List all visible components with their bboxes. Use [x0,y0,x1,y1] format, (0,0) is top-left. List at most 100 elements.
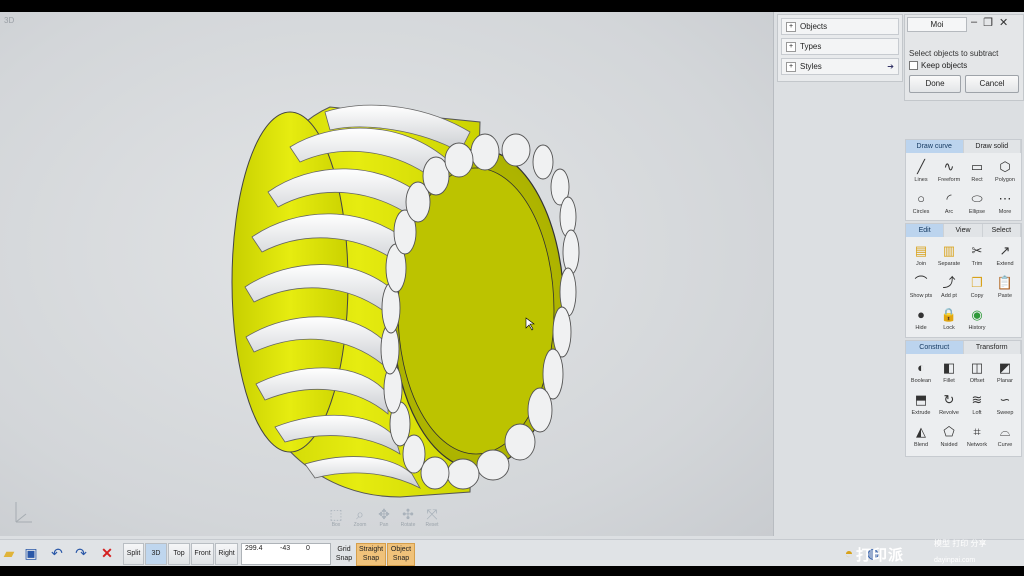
tool-rect[interactable]: ▭ Rect [963,155,991,187]
tool-ellipse[interactable]: ⬭ Ellipse [963,187,991,219]
view-right-button[interactable]: Right [215,543,238,565]
restore-icon[interactable]: ❐ [983,16,993,29]
viewport-3d[interactable]: 3D ⬚ Box ⌕ Zoom ✥ Pan ✣ Rotate ⤧ Reset [0,12,774,536]
browser-objects[interactable]: + Objects [781,18,899,35]
tool-fillet[interactable]: ◧ Fillet [935,356,963,388]
cancel-button[interactable]: Cancel [965,75,1019,93]
close-icon[interactable]: ✕ [999,16,1008,29]
join-icon: ▤ [914,243,928,258]
circle-icon: ○ [917,191,925,206]
tool-polygon[interactable]: ⬡ Polygon [991,155,1019,187]
tool-show-pts[interactable]: ⌒ Show pts [907,271,935,303]
watermark-logo: 打印派 [856,547,905,564]
axis-indicator [15,502,32,523]
tool-curve[interactable]: ⌓ Curve [991,420,1019,452]
nav-zoom[interactable]: ⌕ Zoom [350,506,370,532]
undo-icon[interactable]: ↶ [48,543,66,563]
object-snap-toggle[interactable]: Object Snap [387,543,415,566]
moi-menu-button[interactable]: Moi [907,17,967,32]
bottom-letterbox [0,566,1024,576]
revolve-icon: ↻ [943,392,955,407]
extrude-icon: ⬒ [914,392,928,407]
tool-lock[interactable]: 🔒 Lock [935,303,963,335]
tab-transform[interactable]: Transform [963,341,1021,354]
tool-paste[interactable]: 📋 Paste [991,271,1019,303]
tool-loft[interactable]: ≋ Loft [963,388,991,420]
minimize-icon[interactable]: – [971,16,977,29]
tool-arc[interactable]: ◜ Arc [935,187,963,219]
lock-icon: 🔒 [940,307,958,322]
view-3d-button[interactable]: 3D [145,543,167,565]
tool-hide[interactable]: ● Hide [907,303,935,335]
command-panel: Moi – ❐ ✕ Select objects to subtract Kee… [904,14,1024,101]
view-split-button[interactable]: Split [123,543,144,565]
view-front-button[interactable]: Front [191,543,214,565]
tab-draw-curve[interactable]: Draw curve [906,140,964,153]
tool-lines[interactable]: ╱ Lines [907,155,935,187]
freeform-icon: ∿ [943,159,955,174]
tool-nsided[interactable]: ⬠ Nsided [935,420,963,452]
curve-icon: ⌓ [999,424,1011,439]
rectangle-icon: ▭ [970,159,984,174]
sweep-icon: ∽ [999,392,1011,407]
network-icon: ⌗ [973,424,981,439]
paste-icon: 📋 [996,275,1014,290]
watermark-url: dayinpai.com [934,557,976,564]
tool-planar[interactable]: ◩ Planar [991,356,1019,388]
nav-box-zoom[interactable]: ⬚ Box [326,506,346,532]
tool-copy[interactable]: ❐ Copy [963,271,991,303]
coordinate-readout[interactable]: 299.4 -43 0 [241,543,331,565]
tab-draw-solid[interactable]: Draw solid [963,140,1021,153]
tool-separate[interactable]: ▥ Separate [935,239,963,271]
tab-view[interactable]: View [944,224,983,237]
tool-trim[interactable]: ✂ Trim [963,239,991,271]
wheel-model[interactable] [0,12,773,536]
tool-join[interactable]: ▤ Join [907,239,935,271]
construct-palette: Construct Transform ◐ Boolean ◧ Fillet ◫ Of… [905,340,1022,457]
tool-sweep[interactable]: ∽ Sweep [991,388,1019,420]
browser-types[interactable]: + Types [781,38,899,55]
tool-freeform[interactable]: ∿ Freeform [935,155,963,187]
view-top-button[interactable]: Top [168,543,190,565]
nav-reset[interactable]: ⤧ Reset [422,506,442,532]
tool-extrude[interactable]: ⬒ Extrude [907,388,935,420]
coord-z: 0 [306,545,310,552]
browser-styles[interactable]: + Styles ➔ [781,58,899,75]
ellipse-icon: ⬭ [971,191,983,206]
tool-offset[interactable]: ◫ Offset [963,356,991,388]
tool-boolean[interactable]: ◐ Boolean [907,356,935,388]
nsided-icon: ⬠ [943,424,955,439]
arc-icon: ◜ [946,191,952,206]
arrow-right-icon[interactable]: ➔ [887,62,894,71]
straight-snap-toggle[interactable]: Straight Snap [356,543,386,566]
scene-browser: + Objects + Types + Styles ➔ [777,14,903,82]
fillet-icon: ◧ [942,360,956,375]
pan-icon: ✥ [378,506,390,522]
draw-palette: Draw curve Draw solid ╱ Lines ∿ Freeform ▭… [905,139,1022,221]
keep-objects-option[interactable]: Keep objects [909,61,967,70]
tool-circles[interactable]: ○ Circles [907,187,935,219]
grid-snap-toggle[interactable]: Grid Snap [332,543,356,566]
redo-icon[interactable]: ↷ [72,543,90,563]
tool-more[interactable]: ⋯ More [991,187,1019,219]
tool-history[interactable]: ◉ History [963,303,991,335]
top-letterbox [0,0,1024,12]
tool-network[interactable]: ⌗ Network [963,420,991,452]
tab-edit[interactable]: Edit [906,224,945,237]
open-folder-icon[interactable]: ▰ [0,543,18,563]
tool-add-pt[interactable]: ⤴ Add pt [935,271,963,303]
save-icon[interactable]: ▣ [22,543,40,563]
tool-blend[interactable]: ◭ Blend [907,420,935,452]
keep-objects-checkbox[interactable] [909,61,918,70]
tool-extend[interactable]: ↗ Extend [991,239,1019,271]
nav-rotate[interactable]: ✣ Rotate [398,506,418,532]
tab-select[interactable]: Select [982,224,1021,237]
edit-palette: Edit View Select ▤ Join ▥ Separate ✂ Trim ↗… [905,223,1022,338]
done-button[interactable]: Done [909,75,961,93]
tab-construct[interactable]: Construct [906,341,964,354]
moi3d-window: 3D ⬚ Box ⌕ Zoom ✥ Pan ✣ Rotate ⤧ Reset +… [0,12,1024,567]
tool-revolve[interactable]: ↻ Revolve [935,388,963,420]
nav-pan[interactable]: ✥ Pan [374,506,394,532]
delete-icon[interactable]: ✕ [98,543,116,563]
zoom-box-icon: ⬚ [329,506,343,522]
